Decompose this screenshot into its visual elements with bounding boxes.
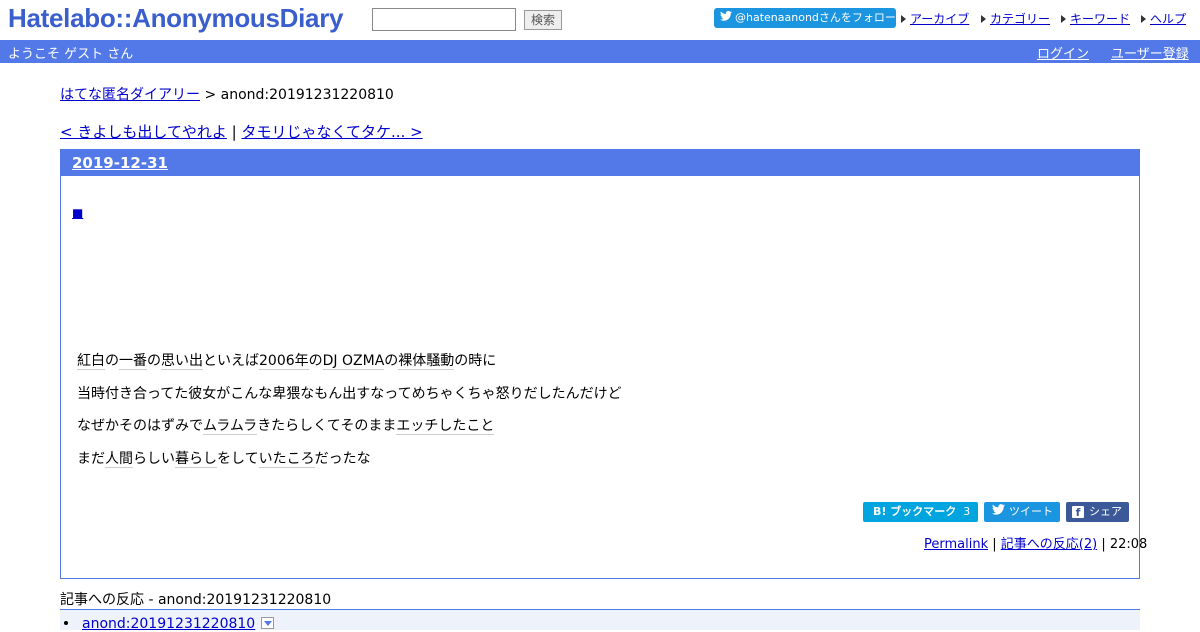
nav-category-link[interactable]: カテゴリー — [990, 12, 1050, 26]
body-text: の — [147, 353, 161, 369]
keyword-link[interactable]: 人間 — [105, 450, 133, 468]
section-anchor: ■ — [72, 206, 83, 220]
keyword-link[interactable]: 紅白 — [77, 353, 105, 370]
body-text: 当時付き合ってた彼女がこんな卑猥なもん出すなってめちゃくちゃ怒りだしたんだけど — [77, 385, 622, 402]
entry-date: 2019-12-31 — [72, 154, 168, 172]
arrow-icon — [901, 15, 906, 23]
next-entry-link[interactable]: タモリじゃなくてタケ... > — [241, 123, 422, 141]
search-button[interactable]: 検索 — [524, 10, 562, 30]
keyword-link[interactable]: 裸体 — [398, 353, 427, 370]
breadcrumb: はてな匿名ダイアリー > anond:20191231220810 — [60, 84, 394, 104]
register-link[interactable]: ユーザー登録 — [1111, 43, 1189, 62]
body-text: まだ — [77, 450, 105, 467]
keyword-link[interactable]: いたころ — [258, 450, 315, 468]
hatena-bookmark-button[interactable]: B! ブックマーク 3 — [863, 502, 978, 522]
entry-body: 紅白の一番の思い出といえば2006年のDJ OZMAの裸体騒動の時に 当時付き合… — [77, 350, 622, 480]
follow-label: @hatenaanondさんをフォロー — [735, 11, 896, 24]
prev-next-nav: < きよしも出してやれよ | タモリじゃなくてタケ... > — [60, 121, 423, 142]
nav-help[interactable]: ヘルプ — [1141, 10, 1186, 27]
body-text: をして — [217, 450, 259, 467]
body-text: なぜかそのはずみで — [77, 418, 203, 434]
body-text: の時に — [454, 353, 497, 369]
meta-separator: | — [988, 537, 1001, 552]
keyword-link[interactable]: 2006年 — [259, 353, 309, 370]
body-line: 紅白の一番の思い出といえば2006年のDJ OZMAの裸体騒動の時に — [77, 350, 622, 383]
arrow-icon — [1061, 15, 1066, 23]
entry-header: 2019-12-31 — [61, 150, 1139, 176]
prev-next-separator: | — [226, 123, 242, 141]
site-header: Hatelabo::AnonymousDiary 検索 @hatenaanond… — [0, 0, 1200, 40]
twitter-bird-icon — [992, 502, 1005, 522]
breadcrumb-current: anond:20191231220810 — [220, 87, 394, 103]
reactions-list: anond:20191231220810 — [60, 609, 1140, 632]
reactions-title: 記事への反応 - anond:20191231220810 — [60, 592, 332, 608]
body-line: まだ人間らしい暮らしをしていたころだったな — [77, 448, 622, 481]
expand-toggle-icon[interactable] — [261, 617, 275, 629]
keyword-link[interactable]: 思い出 — [161, 353, 203, 370]
hatebu-label: B! ブックマーク — [873, 505, 957, 518]
entry-meta: Permalink | 記事への反応(2) | 22:08 — [924, 533, 1147, 552]
meta-separator: | — [1097, 537, 1110, 552]
body-text: といえば — [203, 353, 259, 369]
facebook-icon: f — [1072, 506, 1084, 519]
body-text: の — [105, 353, 119, 369]
body-text: の — [308, 353, 323, 369]
keyword-link[interactable]: DJ OZMA — [322, 353, 385, 370]
body-line: 当時付き合ってた彼女がこんな卑猥なもん出すなってめちゃくちゃ怒りだしたんだけど — [77, 383, 622, 416]
nav-archive[interactable]: アーカイブ — [901, 10, 969, 27]
hatebu-count: 3 — [963, 505, 971, 518]
nav-help-link[interactable]: ヘルプ — [1150, 12, 1186, 26]
entry-time: 22:08 — [1109, 537, 1148, 552]
reactions-link[interactable]: 記事への反応(2) — [1001, 537, 1097, 552]
twitter-bird-icon — [720, 8, 732, 28]
permalink-link[interactable]: Permalink — [924, 537, 988, 552]
keyword-link[interactable]: エッチしたこと — [396, 418, 495, 435]
nav-keyword-link[interactable]: キーワード — [1070, 12, 1130, 26]
section-anchor-link[interactable]: ■ — [72, 206, 83, 220]
welcome-text: ようこそ ゲスト さん — [8, 47, 134, 62]
twitter-follow-button[interactable]: @hatenaanondさんをフォロー — [714, 8, 896, 28]
user-bar: ようこそ ゲスト さん ログイン ユーザー登録 — [0, 40, 1200, 63]
nav-category[interactable]: カテゴリー — [981, 10, 1050, 27]
arrow-icon — [1141, 15, 1146, 23]
tweet-label: ツイート — [1009, 505, 1053, 518]
nav-keyword[interactable]: キーワード — [1061, 10, 1130, 27]
body-line: なぜかそのはずみでムラムラきたらしくてそのままエッチしたこと — [77, 415, 622, 448]
search-input[interactable] — [372, 8, 516, 31]
diary-entry: 2019-12-31 ■ 紅白の一番の思い出といえば2006年のDJ OZMAの… — [60, 149, 1147, 579]
breadcrumb-separator: > — [200, 87, 221, 103]
facebook-share-button[interactable]: f シェア — [1066, 502, 1129, 522]
prev-entry-link[interactable]: < きよしも出してやれよ — [60, 123, 227, 141]
keyword-link[interactable]: ムラムラ — [203, 418, 258, 435]
body-text: の — [384, 353, 399, 369]
body-text: らしい — [133, 450, 175, 467]
entry-date-link[interactable]: 2019-12-31 — [72, 154, 168, 172]
keyword-link[interactable]: 暮らし — [175, 450, 217, 468]
body-text: きたらしくてそのまま — [257, 418, 397, 434]
bullet-icon — [64, 621, 68, 625]
breadcrumb-home[interactable]: はてな匿名ダイアリー — [60, 87, 200, 103]
fb-share-label: シェア — [1089, 505, 1122, 518]
login-link[interactable]: ログイン — [1037, 43, 1089, 62]
keyword-link[interactable]: 騒動 — [426, 353, 455, 370]
nav-archive-link[interactable]: アーカイブ — [910, 12, 969, 26]
tweet-button[interactable]: ツイート — [984, 502, 1060, 522]
keyword-link[interactable]: 一番 — [119, 353, 147, 370]
body-text: だったな — [314, 450, 371, 467]
site-logo[interactable]: Hatelabo::AnonymousDiary — [8, 3, 343, 34]
arrow-icon — [981, 15, 986, 23]
